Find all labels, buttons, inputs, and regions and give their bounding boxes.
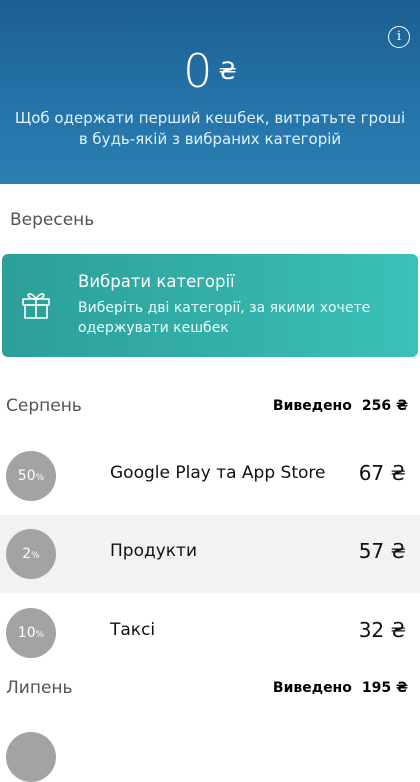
category-name: Таксі [110,620,156,640]
choose-categories-card[interactable]: Вибрати категорії Виберіть дві категорії… [2,254,418,357]
choose-categories-subtitle: Виберіть дві категорії, за якими хочете … [78,300,371,336]
cashback-header: i 0 ₴ Щоб одержати перший кешбек, витрать… [0,0,420,186]
month-name: Липень [6,678,73,698]
withdrawn-label: Виведено [272,680,352,696]
cashback-value: 32 ₴ [358,618,406,642]
cashback-value: 67 ₴ [358,461,406,485]
cashback-hint: Щоб одержати перший кешбек, витратьте гр… [14,109,406,148]
withdrawn-label: Виведено [272,398,352,414]
percent-value: 50 [17,468,36,484]
percent-badge-partial [6,732,56,782]
percent-sign: % [35,630,45,640]
choose-categories-title: Вибрати категорії [78,272,235,291]
withdrawn-summary: Виведено 256 ₴ [273,398,408,414]
cashback-row[interactable]: 50% Google Play та App Store 67 ₴ [0,437,420,515]
percent-value: 10 [17,625,36,641]
percent-badge: 10% [6,608,56,658]
cashback-row[interactable]: 10% Таксі 32 ₴ [0,594,420,672]
percent-value: 2 [22,546,32,562]
percent-sign: % [35,473,45,483]
month-header-august: Серпень Виведено 256 ₴ [0,392,420,422]
cashback-value: 57 ₴ [358,539,406,563]
percent-sign: % [31,551,40,561]
gift-icon [22,293,50,319]
percent-badge: 2% [6,529,56,579]
withdrawn-amount: 195 ₴ [361,680,408,696]
cashback-amount: 0 [183,44,213,98]
withdrawn-summary: Виведено 195 ₴ [273,680,408,696]
current-month-title: Вересень [10,210,95,230]
cashback-total: 0 ₴ [0,44,420,98]
cashback-list: Вересень Вибрати категорії Виберіть дві … [0,184,420,782]
category-name: Google Play та App Store [110,463,326,483]
month-header-july: Липень Виведено 195 ₴ [0,674,420,704]
month-name: Серпень [6,396,82,416]
withdrawn-amount: 256 ₴ [361,398,408,414]
percent-badge: 50% [6,451,56,501]
category-name: Продукти [110,541,198,561]
cashback-row[interactable]: 2% Продукти 57 ₴ [0,515,420,593]
currency-symbol: ₴ [218,57,237,85]
